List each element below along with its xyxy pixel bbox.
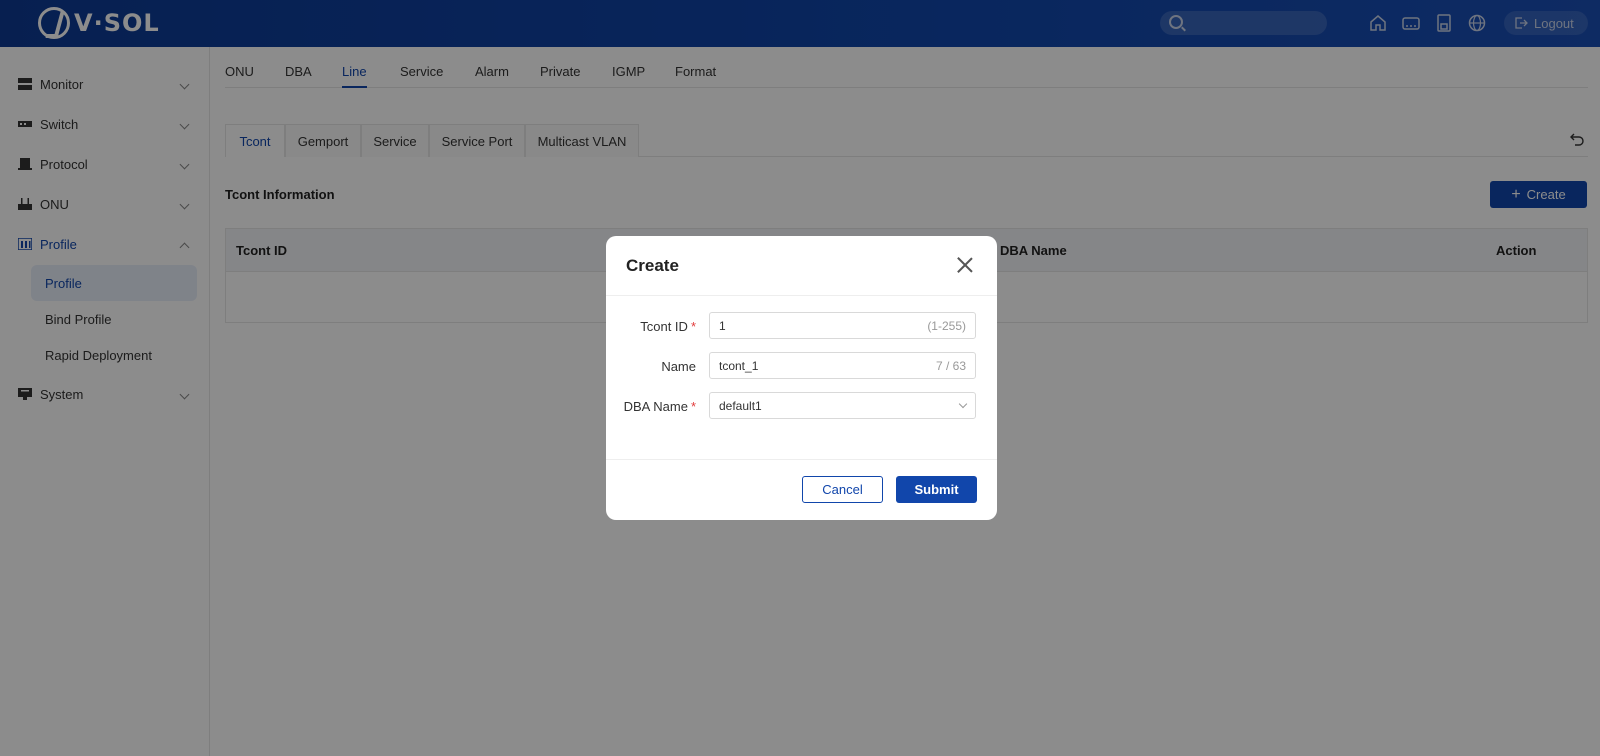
modal-footer-divider: [606, 459, 997, 460]
modal-divider: [606, 295, 997, 296]
tcont-id-label: Tcont ID *: [640, 319, 696, 334]
name-char-count: 7 / 63: [935, 358, 966, 373]
name-label: Name: [661, 359, 696, 374]
modal-title: Create: [626, 256, 679, 275]
tcont-id-value: 1: [719, 318, 726, 333]
dba-name-value: default1: [719, 398, 762, 413]
cancel-button[interactable]: Cancel: [802, 476, 883, 503]
dba-name-select[interactable]: default1: [709, 392, 976, 419]
tcont-id-input[interactable]: 1 (1-255): [709, 312, 976, 339]
create-modal: Create Tcont ID * 1 (1-255) Name tcont_1 …: [606, 236, 997, 520]
required-marker: *: [690, 399, 696, 414]
close-icon[interactable]: [957, 257, 973, 273]
name-label-text: Name: [661, 359, 696, 374]
tcont-id-hint: (1-255): [927, 318, 966, 333]
dba-name-label-text: DBA Name: [623, 399, 688, 414]
name-input[interactable]: tcont_1 7 / 63: [709, 352, 976, 379]
required-marker: *: [690, 319, 696, 334]
dba-name-label: DBA Name *: [624, 399, 696, 414]
submit-button[interactable]: Submit: [896, 476, 977, 503]
name-value: tcont_1: [719, 358, 759, 373]
chevron-down-icon: [958, 399, 968, 409]
tcont-id-label-text: Tcont ID: [640, 319, 688, 334]
